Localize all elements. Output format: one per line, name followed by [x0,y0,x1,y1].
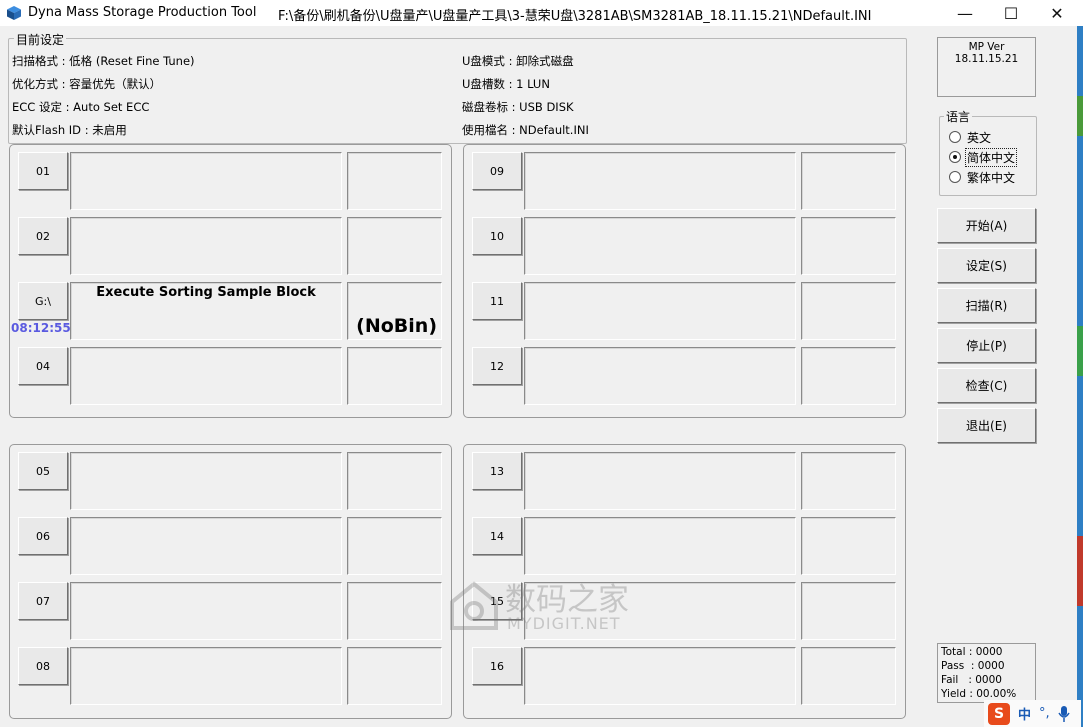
app-cube-icon [7,6,21,20]
close-button[interactable]: ✕ [1034,0,1080,26]
ini-path-title: F:\备份\刷机备份\U盘量产\U盘量产工具\3-慧荣U盘\3281AB\SM3… [278,9,872,24]
scan-button[interactable]: 扫描(R) [937,288,1036,323]
stats-pass: Pass : 0000 [941,660,1005,672]
port-12-status [524,347,796,405]
port-09-bin [801,152,896,210]
ime-punct[interactable]: °, [1039,706,1050,721]
title-bar[interactable]: Dyna Mass Storage Production Tool F:\备份\… [0,0,1083,26]
port-02-status [70,217,342,275]
stats-total: Total : 0000 [941,646,1003,658]
stats-fail: Fail : 0000 [941,674,1002,686]
optimize-info: 优化方式 : 容量优先（默认） [12,77,162,91]
language-option-simplified[interactable]: 简体中文 [949,147,1018,167]
desktop-edge [1077,26,1083,727]
check-button[interactable]: 检查(C) [937,368,1036,403]
port-08-bin [347,647,442,705]
port-03-time: 08:12:55 [11,321,71,335]
settings-button[interactable]: 设定(S) [937,248,1036,283]
minimize-button[interactable]: — [942,0,988,26]
flash-id-info: 默认Flash ID : 未启用 [12,123,127,137]
port-01-bin [347,152,442,210]
port-03-status-text: Execute Sorting Sample Block [96,285,316,300]
stats-yield: Yield : 00.00% [941,688,1017,700]
port-07-bin [347,582,442,640]
port-03-bin-text: (NoBin) [356,315,437,337]
port-01-status [70,152,342,210]
port-13-button[interactable]: 13 [472,452,522,490]
port-06-bin [347,517,442,575]
version-box: MP Ver 18.11.15.21 [937,37,1036,97]
microphone-icon[interactable] [1058,705,1070,722]
port-07-status [70,582,342,640]
port-14-bin [801,517,896,575]
scan-format-info: 扫描格式 : 低格 (Reset Fine Tune) [12,54,195,68]
disk-mode-info: U盘模式 : 卸除式磁盘 [462,54,574,68]
language-title: 语言 [944,108,973,125]
port-13-bin [801,452,896,510]
port-10-button[interactable]: 10 [472,217,522,255]
ime-toolbar[interactable]: S 中 °, [984,700,1081,727]
version-text: MP Ver 18.11.15.21 [954,41,1019,65]
ini-file-info: 使用檔名 : NDefault.INI [462,123,589,137]
radio-english[interactable] [949,131,961,143]
watermark-logo-icon [450,581,498,630]
port-12-bin [801,347,896,405]
port-16-button[interactable]: 16 [472,647,522,685]
port-01-button[interactable]: 01 [18,152,68,190]
port-03-bin: (NoBin) [347,282,442,340]
current-settings-title: 目前设定 [14,31,67,48]
ecc-info: ECC 设定 : Auto Set ECC [12,100,150,114]
port-03-button[interactable]: G:\ [18,282,68,320]
port-08-button[interactable]: 08 [18,647,68,685]
port-09-status [524,152,796,210]
watermark-en: MYDIGIT.NET [507,614,621,633]
ime-mode[interactable]: 中 [1018,704,1031,723]
port-15-bin [801,582,896,640]
port-02-bin [347,217,442,275]
port-16-status [524,647,796,705]
watermark-cn: 数码之家 [505,582,629,618]
stop-button[interactable]: 停止(P) [937,328,1036,363]
port-10-bin [801,217,896,275]
port-14-status [524,517,796,575]
radio-traditional[interactable] [949,171,961,183]
maximize-button[interactable]: ☐ [988,0,1034,26]
volume-label-info: 磁盘卷标 : USB DISK [462,100,574,114]
start-button[interactable]: 开始(A) [937,208,1036,243]
sogou-ime-icon[interactable]: S [988,702,1010,725]
port-02-button[interactable]: 02 [18,217,68,255]
port-04-bin [347,347,442,405]
port-11-bin [801,282,896,340]
minimize-icon: — [957,3,973,23]
stats-box: Total : 0000 Pass : 0000 Fail : 0000 Yie… [937,643,1036,703]
language-option-traditional[interactable]: 繁体中文 [949,168,1017,186]
port-16-bin [801,647,896,705]
port-04-status [70,347,342,405]
port-08-status [70,647,342,705]
exit-button[interactable]: 退出(E) [937,408,1036,443]
port-06-button[interactable]: 06 [18,517,68,555]
close-icon: ✕ [1050,3,1064,23]
port-13-status [524,452,796,510]
port-10-status [524,217,796,275]
port-09-button[interactable]: 09 [472,152,522,190]
port-05-status [70,452,342,510]
port-03-status: Execute Sorting Sample Block [70,282,342,340]
app-title: Dyna Mass Storage Production Tool [28,5,257,20]
language-option-english[interactable]: 英文 [949,128,1017,146]
port-11-button[interactable]: 11 [472,282,522,320]
radio-simplified-selected[interactable] [949,151,961,163]
port-14-button[interactable]: 14 [472,517,522,555]
port-04-button[interactable]: 04 [18,347,68,385]
language-options: 英文 简体中文 繁体中文 [949,128,1018,186]
slot-count-info: U盘槽数 : 1 LUN [462,77,550,91]
maximize-icon: ☐ [1003,3,1019,23]
port-06-status [70,517,342,575]
port-11-status [524,282,796,340]
port-12-button[interactable]: 12 [472,347,522,385]
port-05-button[interactable]: 05 [18,452,68,490]
port-05-bin [347,452,442,510]
port-07-button[interactable]: 07 [18,582,68,620]
